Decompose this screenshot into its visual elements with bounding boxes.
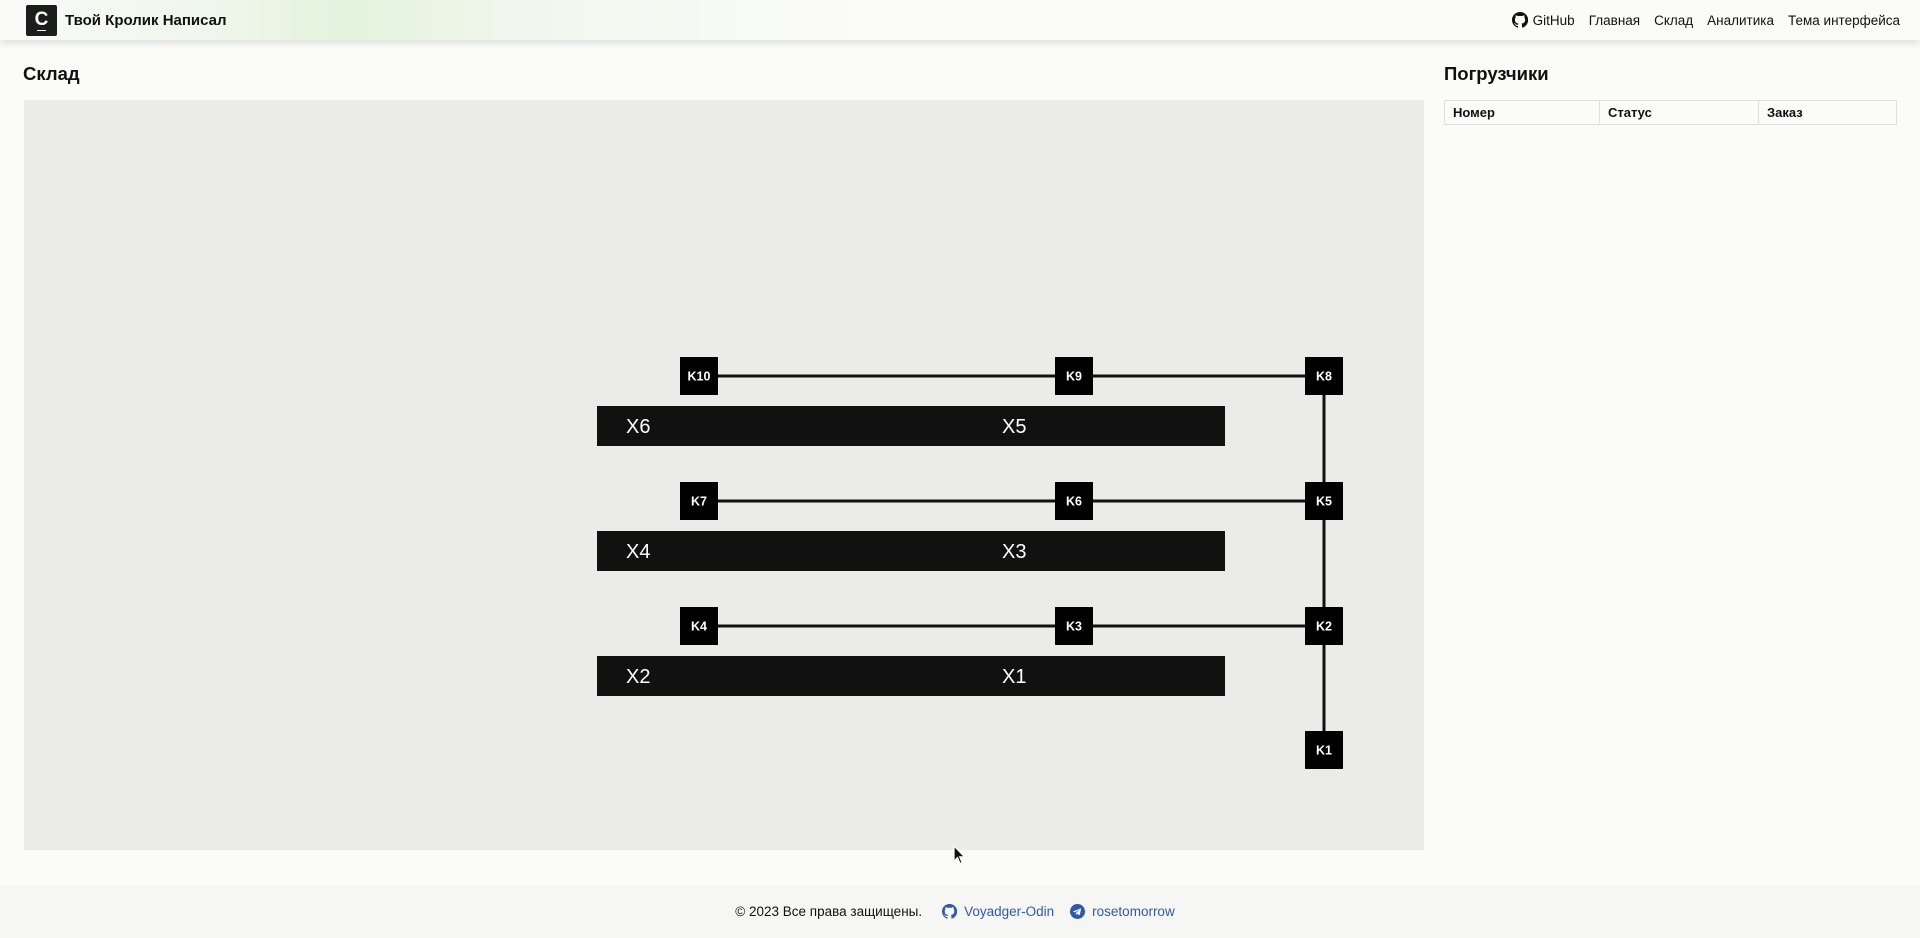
nav-link-theme[interactable]: Тема интерфейса <box>1788 13 1900 28</box>
shelf-label: X6 <box>626 416 650 438</box>
loaders-title: Погрузчики <box>1444 63 1549 84</box>
nav-link-label: Главная <box>1588 12 1641 28</box>
column-header-order: Заказ <box>1758 100 1897 125</box>
nav-links: GitHub Главная Склад Аналитика Тема инте… <box>1498 0 1900 40</box>
nav-link-label: Аналитика <box>1707 12 1774 28</box>
warehouse-title: Склад <box>23 63 80 84</box>
nav-link-home[interactable]: Главная <box>1589 13 1640 28</box>
node-label: K9 <box>1066 370 1082 384</box>
table-header-row: Номер Статус Заказ <box>1444 100 1897 125</box>
node-label: K3 <box>1066 620 1082 634</box>
node-label: K5 <box>1316 495 1332 509</box>
loaders-table: Номер Статус Заказ <box>1444 100 1897 125</box>
shelf-label: X1 <box>1002 666 1026 688</box>
logo-glyph: C <box>34 8 49 30</box>
column-header-status: Статус <box>1599 100 1759 125</box>
footer: © 2023 Все права защищены. Voyadger-Odin… <box>0 885 1920 938</box>
node-label: K6 <box>1066 495 1082 509</box>
telegram-user-link[interactable]: rosetomorrow <box>1070 904 1175 919</box>
logo: C <box>26 5 57 36</box>
nav-link-analytics[interactable]: Аналитика <box>1707 13 1774 28</box>
node-label: K2 <box>1316 620 1332 634</box>
node-label: K8 <box>1316 370 1332 384</box>
node-label: K1 <box>1316 744 1332 758</box>
shelf-block <box>597 531 1225 571</box>
column-header-number: Номер <box>1444 100 1600 125</box>
shelf-label: X5 <box>1002 416 1026 438</box>
nav-link-label: Склад <box>1654 12 1694 28</box>
telegram-icon <box>1070 904 1086 919</box>
nav-link-github[interactable]: GitHub <box>1511 12 1575 28</box>
nav-link-label: Тема интерфейса <box>1788 12 1900 28</box>
warehouse-map: X6 X5 X4 X3 X2 X1 K1 K2 K3 K4 K5 K6 K7 K8 K9 K10 <box>24 100 1424 850</box>
copyright: © 2023 Все права защищены. <box>735 904 923 919</box>
brand[interactable]: C Твой Кролик Написал <box>26 5 227 36</box>
cursor-icon <box>953 845 966 865</box>
navbar: C Твой Кролик Написал GitHub Главная Скл… <box>0 0 1920 40</box>
brand-name: Твой Кролик Написал <box>65 12 227 29</box>
github-icon <box>1511 12 1528 28</box>
nav-link-label: GitHub <box>1532 12 1575 28</box>
nav-link-warehouse[interactable]: Склад <box>1654 13 1693 28</box>
shelf-label: X3 <box>1002 541 1026 563</box>
github-icon <box>942 904 958 919</box>
node-label: K7 <box>691 495 707 509</box>
shelf-block <box>597 656 1225 696</box>
shelf-label: X2 <box>626 666 650 688</box>
node-label: K4 <box>691 620 707 634</box>
node-label: K10 <box>688 370 711 384</box>
shelf-block <box>597 406 1225 446</box>
telegram-user-label: rosetomorrow <box>1092 904 1175 919</box>
github-user-label: Voyadger-Odin <box>964 904 1055 919</box>
shelf-label: X4 <box>626 541 650 563</box>
github-user-link[interactable]: Voyadger-Odin <box>942 904 1054 919</box>
warehouse-map-svg: X6 X5 X4 X3 X2 X1 K1 K2 K3 K4 K5 K6 K7 K8 K9 K10 <box>597 357 1343 769</box>
